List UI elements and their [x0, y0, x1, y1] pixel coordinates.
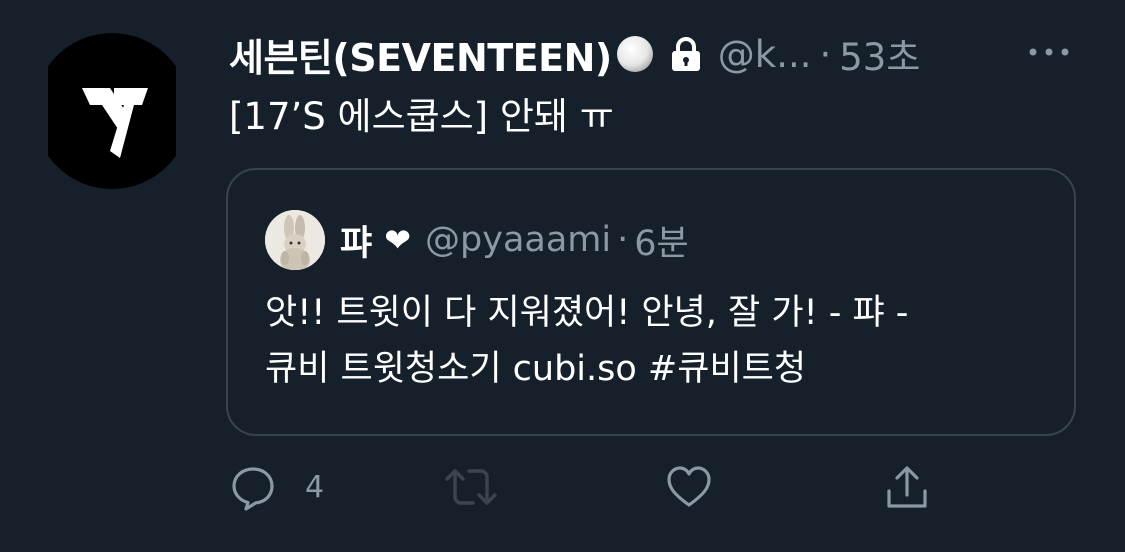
like-button[interactable] [665, 461, 713, 513]
tweet[interactable]: 세븐틴(SEVENTEEN) @k... · 53초 [17’S 에스쿱스] 안… [0, 0, 1125, 552]
quoted-tweet-card[interactable]: 퍄 ❤ @pyaaami · 6분 앗!! 트윗이 다 지워졌어! 안녕, 잘 … [226, 168, 1076, 436]
quote-avatar[interactable] [265, 210, 325, 270]
separator-dot: · [617, 220, 629, 260]
user-handle[interactable]: @k... [718, 33, 812, 76]
quote-text-line: 앗!! 트윗이 다 지워졌어! 안녕, 잘 가! - 퍄 - [265, 293, 909, 333]
heart-icon [667, 466, 711, 507]
quote-display-name[interactable]: 퍄 [340, 215, 372, 266]
heart-emoji-icon: ❤ [384, 221, 412, 259]
share-button[interactable] [883, 461, 931, 513]
quote-text-line: 큐비 트윗청소기 cubi.so #큐비트청 [265, 349, 807, 389]
quote-timestamp[interactable]: 6분 [634, 215, 688, 266]
reply-count: 4 [305, 469, 325, 505]
share-icon [887, 466, 927, 508]
quote-header: 퍄 ❤ @pyaaami · 6분 [340, 210, 689, 270]
profile-avatar[interactable] [48, 33, 176, 189]
retweet-icon [445, 469, 497, 505]
separator-dot: · [819, 32, 832, 76]
retweet-button[interactable] [443, 461, 499, 513]
white-circle-emoji-icon [616, 35, 654, 73]
quote-user-handle[interactable]: @pyaaami [425, 220, 611, 260]
lock-icon [668, 35, 704, 73]
quote-text: 앗!! 트윗이 다 지워졌어! 안녕, 잘 가! - 퍄 - 큐비 트윗청소기 … [265, 285, 1045, 397]
tweet-text: [17’S 에스쿱스] 안돼 ㅠ [229, 95, 614, 138]
more-options-icon[interactable] [1027, 40, 1071, 64]
tweet-actions: 4 [229, 461, 949, 513]
tweet-timestamp[interactable]: 53초 [839, 27, 920, 81]
reply-button[interactable]: 4 [229, 461, 324, 513]
reply-icon [232, 467, 274, 511]
display-name[interactable]: 세븐틴(SEVENTEEN) [229, 27, 612, 82]
tweet-header: 세븐틴(SEVENTEEN) @k... · 53초 [229, 22, 920, 86]
